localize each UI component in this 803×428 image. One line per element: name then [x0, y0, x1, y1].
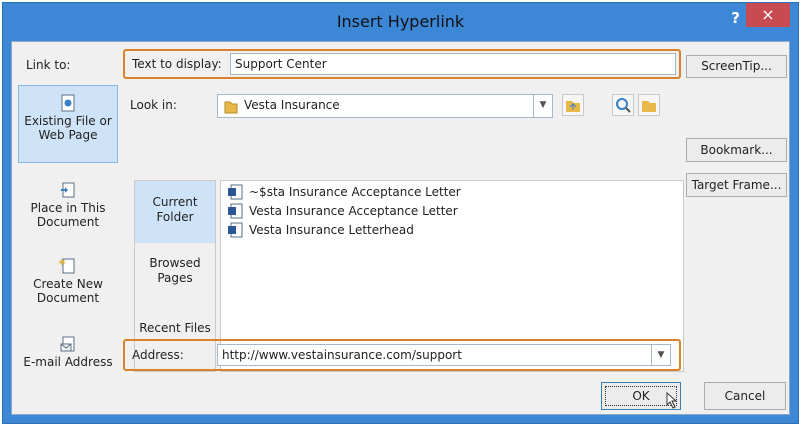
new-document-icon: [59, 258, 75, 274]
address-input[interactable]: http://www.vestainsurance.com/support ▼: [217, 344, 671, 366]
address-label: Address:: [132, 348, 184, 362]
place-in-document-icon: [61, 182, 75, 198]
up-folder-icon[interactable]: [562, 94, 584, 116]
browse-web-icon[interactable]: [612, 94, 634, 116]
look-in-select[interactable]: Vesta Insurance ▼: [217, 94, 553, 118]
word-document-icon: [228, 203, 243, 219]
screentip-button[interactable]: ScreenTip...: [686, 55, 787, 78]
sidebar-item-email-address[interactable]: E-mail Address: [18, 335, 118, 395]
text-to-display-label: Text to display:: [132, 57, 222, 71]
chevron-down-icon[interactable]: ▼: [533, 95, 552, 117]
look-in-label: Look in:: [130, 98, 177, 112]
chevron-down-icon[interactable]: ▼: [651, 345, 670, 365]
word-document-icon: [228, 184, 243, 200]
sidebar-item-place-in-document[interactable]: Place in This Document: [18, 181, 118, 241]
email-address-icon: [60, 336, 75, 352]
existing-file-icon: [61, 94, 75, 112]
sidebar-item-label: Place in This Document: [30, 201, 106, 229]
link-to-label: Link to:: [26, 58, 71, 72]
folder-icon: [224, 101, 238, 114]
word-document-icon: [228, 222, 243, 238]
sidebar-item-existing-file[interactable]: Existing File or Web Page: [18, 85, 118, 163]
insert-hyperlink-dialog: Insert Hyperlink ? × Link to: Existing F…: [2, 2, 799, 424]
help-button[interactable]: ?: [731, 9, 740, 27]
browse-file-icon[interactable]: [638, 94, 660, 116]
address-value: http://www.vestainsurance.com/support: [222, 348, 462, 362]
pointer-cursor-icon: [666, 392, 678, 409]
bookmark-button[interactable]: Bookmark...: [686, 138, 787, 162]
link-to-sidebar: Existing File or Web Page Place in This …: [18, 85, 118, 410]
close-button[interactable]: ×: [746, 3, 790, 27]
sidebar-item-label: Existing File or Web Page: [24, 114, 112, 142]
cancel-button[interactable]: Cancel: [704, 382, 786, 410]
text-to-display-input[interactable]: Support Center: [230, 53, 676, 75]
subnav-current-folder[interactable]: Current Folder: [135, 181, 215, 243]
sidebar-item-label: Create New Document: [33, 277, 103, 305]
sidebar-item-label: E-mail Address: [23, 355, 113, 369]
sidebar-item-create-new-document[interactable]: Create New Document: [18, 257, 118, 317]
target-frame-button[interactable]: Target Frame...: [686, 173, 787, 197]
dialog-title: Insert Hyperlink: [336, 12, 465, 31]
subnav-browsed-pages[interactable]: Browsed Pages: [135, 256, 215, 296]
look-in-value: Vesta Insurance: [244, 98, 340, 112]
dialog-body: Link to: Existing File or Web Page Place…: [11, 41, 790, 415]
title-bar: Insert Hyperlink ? ×: [3, 3, 798, 41]
